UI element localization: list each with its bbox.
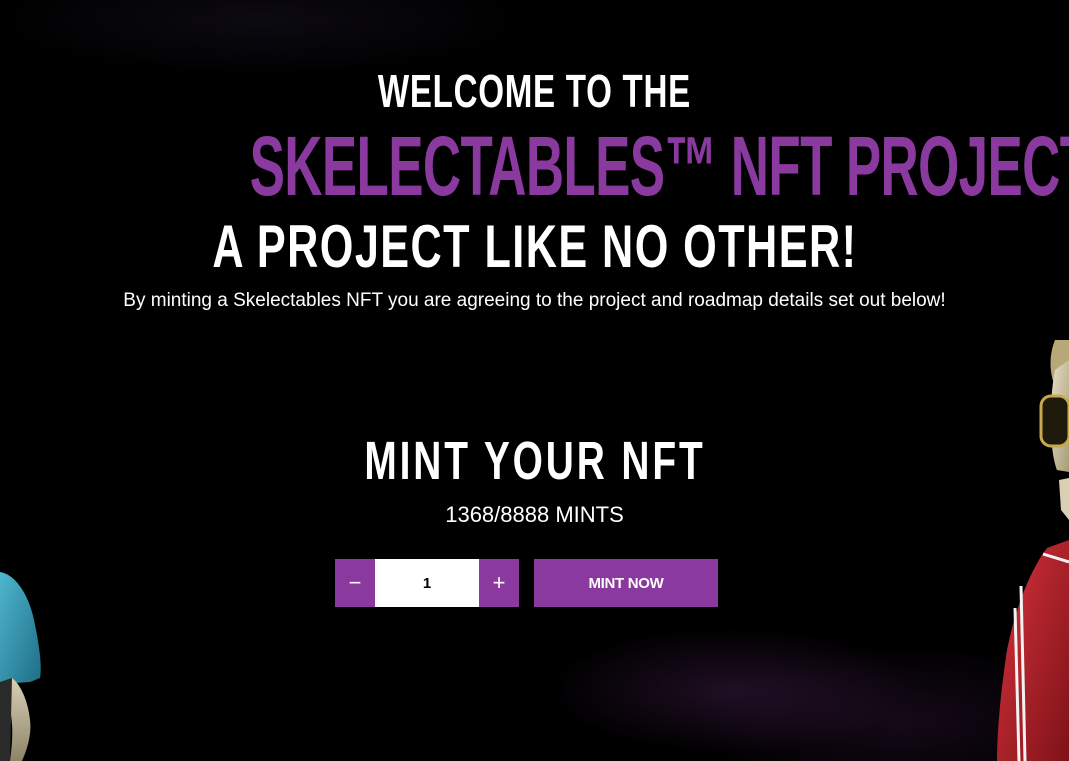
mint-title: MINT YOUR NFT (363, 431, 706, 491)
mint-count: 1368/8888 MINTS (445, 502, 624, 527)
tagline-row: A PROJECT LIKE NO OTHER! (0, 212, 1069, 281)
tagline-heading: A PROJECT LIKE NO OTHER! (211, 213, 857, 280)
mint-controls: − + MINT NOW (335, 559, 718, 607)
increment-button[interactable]: + (479, 559, 519, 607)
welcome-heading-row: WELCOME TO THE (0, 64, 1069, 118)
intro-text: By minting a Skelectables NFT you are ag… (123, 290, 946, 311)
quantity-input[interactable] (375, 559, 479, 607)
mint-title-row: MINT YOUR NFT (0, 430, 1069, 492)
welcome-heading: WELCOME TO THE (377, 65, 692, 117)
mint-now-button[interactable]: MINT NOW (534, 559, 718, 607)
hero-section: WELCOME TO THE SKELECTABLES™ NFT PROJECT… (0, 0, 1069, 761)
skeleton-character-left (0, 572, 41, 761)
project-name-row: SKELECTABLES™ NFT PROJECT. (0, 118, 1069, 215)
project-name-heading: SKELECTABLES™ NFT PROJECT. (249, 119, 1069, 213)
decrement-button[interactable]: − (335, 559, 375, 607)
skeleton-character-right (997, 340, 1069, 761)
